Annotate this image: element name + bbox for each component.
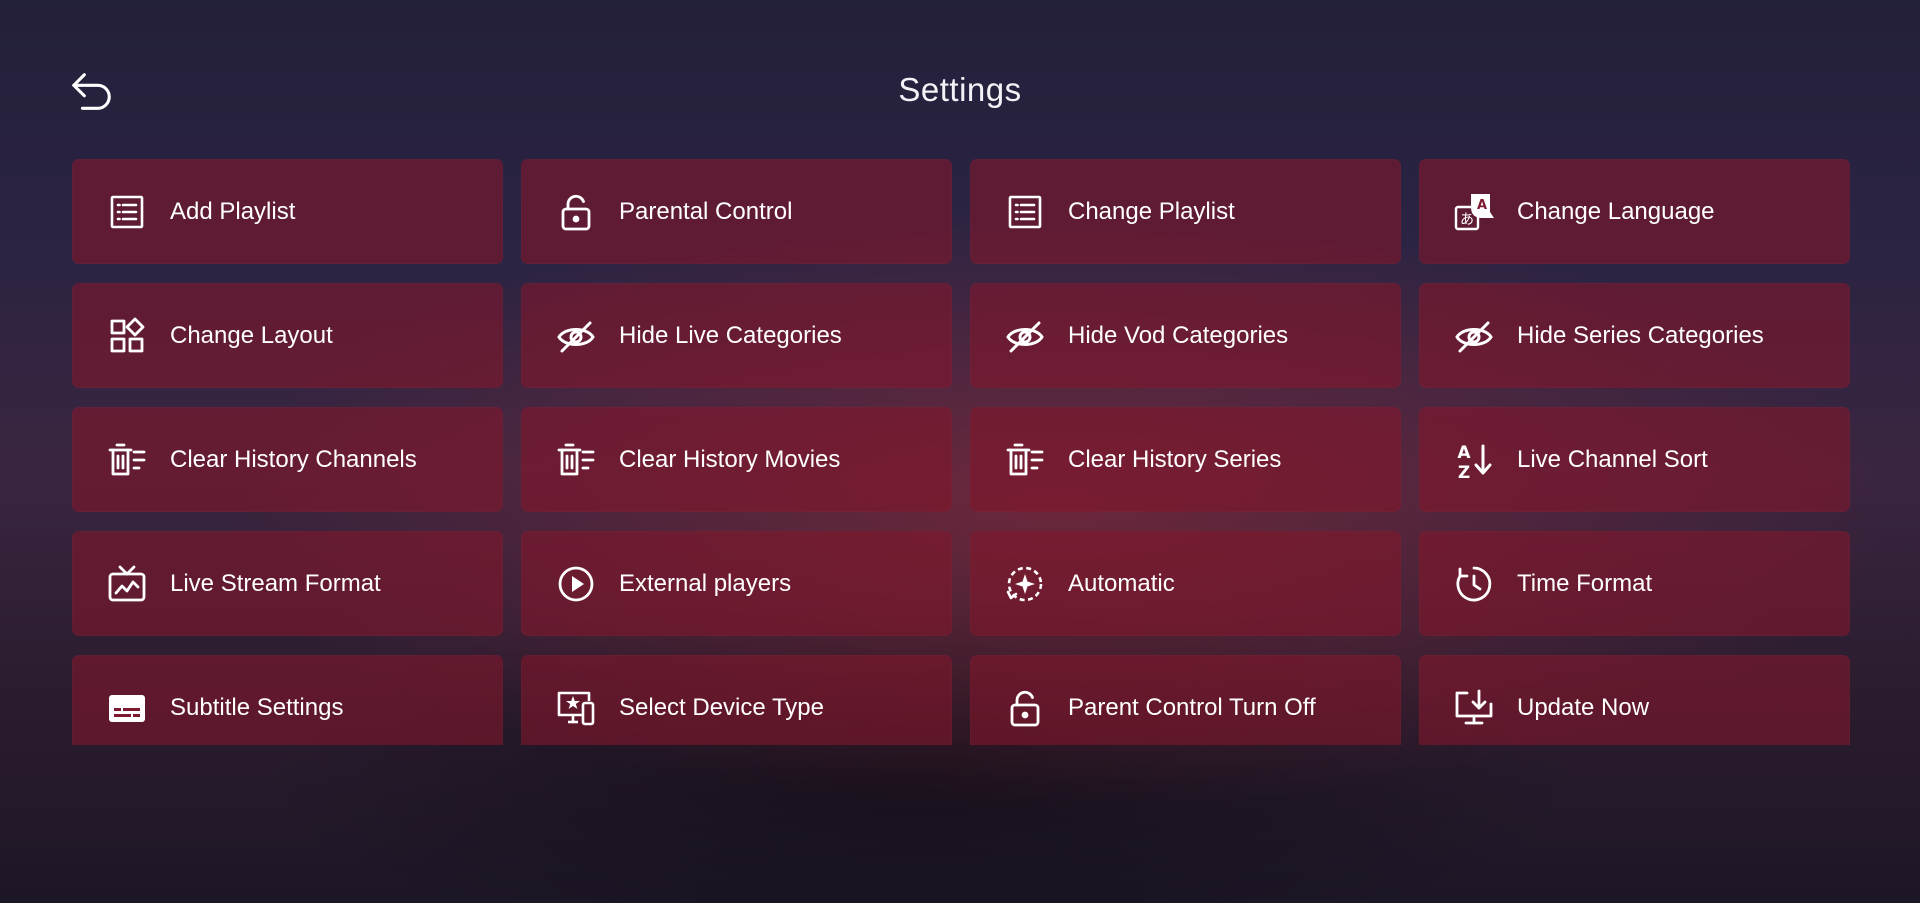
translate-icon: A あ xyxy=(1453,191,1495,233)
eye-off-icon xyxy=(1004,315,1046,357)
card-label: Select Device Type xyxy=(619,693,824,721)
card-label: Clear History Series xyxy=(1068,445,1282,473)
card-label: Change Language xyxy=(1517,197,1715,225)
svg-text:Z: Z xyxy=(1458,463,1470,480)
card-label: Clear History Movies xyxy=(619,445,841,473)
card-label: Change Playlist xyxy=(1068,197,1235,225)
card-label: Live Stream Format xyxy=(170,569,381,597)
select-device-type-button[interactable]: Select Device Type xyxy=(521,655,952,745)
card-label: Parent Control Turn Off xyxy=(1068,693,1316,721)
play-circle-icon xyxy=(555,563,597,605)
card-label: Clear History Channels xyxy=(170,445,417,473)
change-layout-button[interactable]: Change Layout xyxy=(72,283,503,388)
parental-control-button[interactable]: Parental Control xyxy=(521,159,952,264)
settings-grid-viewport[interactable]: Add Playlist Parental Control Change Pla… xyxy=(72,159,1852,745)
subtitle-settings-button[interactable]: Subtitle Settings xyxy=(72,655,503,745)
external-players-button[interactable]: External players xyxy=(521,531,952,636)
hide-live-categories-button[interactable]: Hide Live Categories xyxy=(521,283,952,388)
card-label: External players xyxy=(619,569,792,597)
download-icon xyxy=(1453,687,1495,729)
add-playlist-button[interactable]: Add Playlist xyxy=(72,159,503,264)
time-format-button[interactable]: Time Format xyxy=(1419,531,1850,636)
change-language-button[interactable]: A あ Change Language xyxy=(1419,159,1850,264)
card-label: Parental Control xyxy=(619,197,793,225)
svg-text:あ: あ xyxy=(1460,212,1474,228)
clear-history-series-button[interactable]: Clear History Series xyxy=(970,407,1401,512)
parent-control-turn-off-button[interactable]: Parent Control Turn Off xyxy=(970,655,1401,745)
clear-history-channels-button[interactable]: Clear History Channels xyxy=(72,407,503,512)
settings-grid: Add Playlist Parental Control Change Pla… xyxy=(72,159,1852,745)
subtitles-icon xyxy=(106,687,148,729)
devices-icon xyxy=(555,687,597,729)
clear-history-icon xyxy=(1004,439,1046,481)
live-tv-icon xyxy=(106,563,148,605)
card-label: Add Playlist xyxy=(170,197,296,225)
list-icon xyxy=(1004,191,1046,233)
card-label: Hide Series Categories xyxy=(1517,321,1764,349)
card-label: Hide Vod Categories xyxy=(1068,321,1289,349)
clear-history-movies-button[interactable]: Clear History Movies xyxy=(521,407,952,512)
update-now-button[interactable]: Update Now xyxy=(1419,655,1850,745)
svg-text:A: A xyxy=(1477,198,1487,213)
card-label: Update Now xyxy=(1517,693,1650,721)
auto-icon xyxy=(1004,563,1046,605)
live-stream-format-button[interactable]: Live Stream Format xyxy=(72,531,503,636)
card-label: Live Channel Sort xyxy=(1517,445,1708,473)
card-label: Change Layout xyxy=(170,321,333,349)
card-label: Subtitle Settings xyxy=(170,693,344,721)
list-icon xyxy=(106,191,148,233)
layout-icon xyxy=(106,315,148,357)
page-title: Settings xyxy=(898,71,1022,108)
change-playlist-button[interactable]: Change Playlist xyxy=(970,159,1401,264)
hide-series-categories-button[interactable]: Hide Series Categories xyxy=(1419,283,1850,388)
card-label: Hide Live Categories xyxy=(619,321,842,349)
card-label: Time Format xyxy=(1517,569,1653,597)
eye-off-icon xyxy=(555,315,597,357)
sort-az-icon: A Z xyxy=(1453,439,1495,481)
automatic-button[interactable]: Automatic xyxy=(970,531,1401,636)
clock-icon xyxy=(1453,563,1495,605)
eye-off-icon xyxy=(1453,315,1495,357)
clear-history-icon xyxy=(555,439,597,481)
live-channel-sort-button[interactable]: A Z Live Channel Sort xyxy=(1419,407,1850,512)
card-label: Automatic xyxy=(1068,569,1175,597)
hide-vod-categories-button[interactable]: Hide Vod Categories xyxy=(970,283,1401,388)
svg-text:A: A xyxy=(1457,443,1471,463)
lock-icon xyxy=(555,191,597,233)
clear-history-icon xyxy=(106,439,148,481)
lock-icon xyxy=(1004,687,1046,729)
